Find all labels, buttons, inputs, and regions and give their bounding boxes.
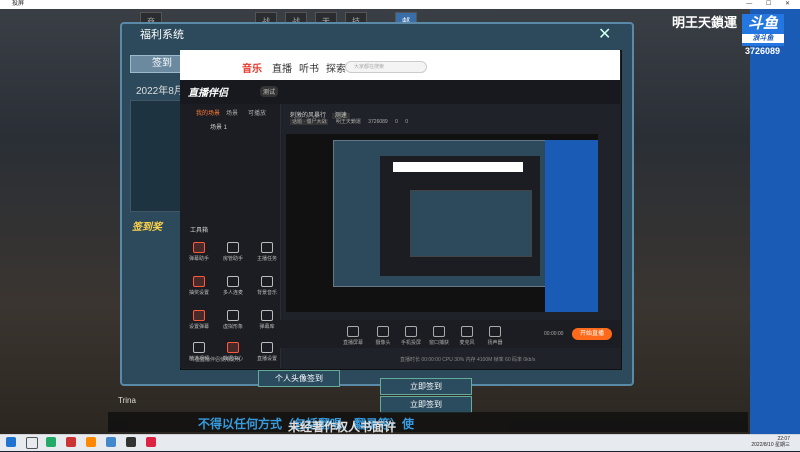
taskbar-clock[interactable]: 22:07 2022/8/10 星期三: [730, 436, 790, 448]
tool-avatar[interactable]: 虚拟形象: [222, 310, 244, 330]
fan-count: 0: [405, 119, 409, 125]
tool-task[interactable]: 主播任务: [256, 242, 278, 262]
copyright-ticker: 未经著作权人书面许可，不得以任何方式（包括翻唱、翻录等）使: [108, 412, 748, 451]
tool-label: 设置弹幕: [188, 324, 209, 330]
tab-explore[interactable]: 探索: [326, 60, 346, 75]
toolbar-label: 摄像头: [375, 340, 391, 346]
calendar-month: 2022年8月: [136, 86, 184, 97]
help-link[interactable]: 斗鱼直播伴侣使用说明: [190, 356, 240, 363]
tool-label: 弹幕助手: [188, 256, 209, 262]
tab-my-scenes[interactable]: 我的场景: [196, 108, 220, 117]
topic-tag[interactable]: 话题 · 僵尸大战: [290, 119, 329, 125]
tool-bgm[interactable]: 背景音乐: [256, 276, 278, 296]
window-title: 投屏: [12, 1, 25, 7]
search-icon[interactable]: [26, 437, 38, 449]
version-badge: 测试: [260, 86, 279, 97]
douyu-logo: 斗鱼 浪斗鱼: [742, 14, 784, 46]
tool-lottery[interactable]: 抽奖设置: [188, 276, 210, 296]
source-toolbar: 直播屏幕 摄像头 手机投屏 窗口捕获 麦克风 扬声器: [280, 320, 620, 348]
douyu-logo-text: 斗鱼: [747, 15, 778, 32]
tool-label: 弹幕库: [259, 324, 275, 330]
douyu-logo-sub: 浪斗鱼: [742, 34, 784, 43]
tool-danmaku[interactable]: 弹幕助手: [188, 242, 210, 262]
window-titlebar: 投屏 — ☐ ✕: [0, 0, 800, 9]
clock-date: 2022/8/10 星期三: [751, 442, 790, 448]
checkin-reward-label: 签到奖: [132, 222, 162, 233]
preview-nested-stream: [410, 190, 532, 257]
streamer-name: 明王天鎖運: [335, 119, 361, 125]
status-text: 直播时长 00:00:00 CPU 30% 内存 4100M 帧率 60 码率 …: [400, 357, 536, 363]
app-icon[interactable]: [146, 437, 156, 447]
calendar-panel: [130, 100, 184, 212]
ticker-text: 未经著作权人书面许可，不得以任何方式（包括翻唱、翻录等）使: [198, 415, 414, 451]
scene-item[interactable]: 场景 1: [210, 122, 227, 131]
task-view-icon[interactable]: [46, 437, 56, 447]
tool-label: 多人连麦: [222, 290, 243, 296]
checkin-button[interactable]: 立即签到: [380, 378, 472, 395]
close-icon[interactable]: ✕: [598, 24, 611, 44]
speaker-button[interactable]: 扬声器: [482, 326, 508, 346]
preview-header: [393, 162, 523, 172]
screen-capture-button[interactable]: 直播屏幕: [340, 326, 366, 346]
toolbar-label: 手机投屏: [400, 340, 421, 346]
tab-scenes[interactable]: 场景: [226, 108, 238, 117]
phone-cast-button[interactable]: 手机投屏: [398, 326, 424, 346]
tab-live[interactable]: 直播: [272, 60, 292, 75]
toolbar-label: 麦克风: [459, 340, 475, 346]
tool-danmaku-lib[interactable]: 弹幕库: [256, 310, 278, 330]
window-capture-button[interactable]: 窗口捕获: [426, 326, 452, 346]
companion-header: [180, 80, 620, 104]
microphone-button[interactable]: 麦克风: [454, 326, 480, 346]
toolbar-label: 扬声器: [487, 340, 503, 346]
player-name: Trina: [118, 396, 136, 405]
tab-playable[interactable]: 可播放: [248, 108, 266, 117]
window-controls[interactable]: — ☐ ✕: [746, 0, 796, 9]
app-icon[interactable]: [106, 437, 116, 447]
camera-button[interactable]: 摄像头: [370, 326, 396, 346]
toolbar-label: 窗口捕获: [428, 340, 449, 346]
tool-multi-mic[interactable]: 多人连麦: [222, 276, 244, 296]
douyu-sidebar: [750, 9, 800, 434]
search-input[interactable]: 大家都在搜索: [345, 61, 427, 73]
viewer-count: 0: [395, 119, 398, 125]
status-bar: 直播时长 00:00:00 CPU 30% 内存 4100M 帧率 60 码率 …: [280, 356, 620, 366]
toolbox-title: 工具箱: [190, 228, 209, 234]
tool-settings[interactable]: 直播设置: [256, 342, 278, 362]
checkin-button[interactable]: 立即签到: [380, 396, 472, 413]
room-id: 3726089: [745, 46, 781, 56]
tool-label: 主播任务: [256, 256, 277, 262]
tab-music[interactable]: 音乐: [242, 60, 262, 75]
go-live-button[interactable]: 开始直播: [572, 328, 612, 340]
avatar-checkin-button[interactable]: 个人头像签到: [258, 370, 340, 387]
app-icon[interactable]: [126, 437, 136, 447]
preview-douyu-sidebar: [545, 140, 598, 312]
stream-meta: 话题 · 僵尸大战 明王天鎖運 3726089 0 0: [290, 118, 408, 125]
live-timer: 00:00:00: [544, 331, 564, 337]
tool-label: 抽奖设置: [188, 290, 209, 296]
welfare-title: 福利系统: [140, 29, 184, 41]
app-icon[interactable]: [86, 437, 96, 447]
tool-label: 直播设置: [256, 356, 277, 362]
tool-moderator[interactable]: 房管助手: [222, 242, 244, 262]
tab-books[interactable]: 听书: [299, 60, 319, 75]
app-icon[interactable]: [66, 437, 76, 447]
tool-danmaku-set[interactable]: 设置弹幕: [188, 310, 210, 330]
scene-tabs: 我的场景 场景 可播放: [196, 108, 276, 118]
taskbar: [0, 434, 800, 451]
windows-start-icon[interactable]: [6, 437, 16, 447]
room-number: 3726089: [368, 119, 388, 125]
tool-label: 背景音乐: [256, 290, 277, 296]
streamer-logo: 明王天鎖運: [672, 15, 738, 30]
toolbar-label: 直播屏幕: [342, 340, 363, 346]
tool-label: 房管助手: [222, 256, 243, 262]
tool-label: 虚拟形象: [222, 324, 243, 330]
brand-logo: 直播伴侣: [188, 88, 228, 99]
